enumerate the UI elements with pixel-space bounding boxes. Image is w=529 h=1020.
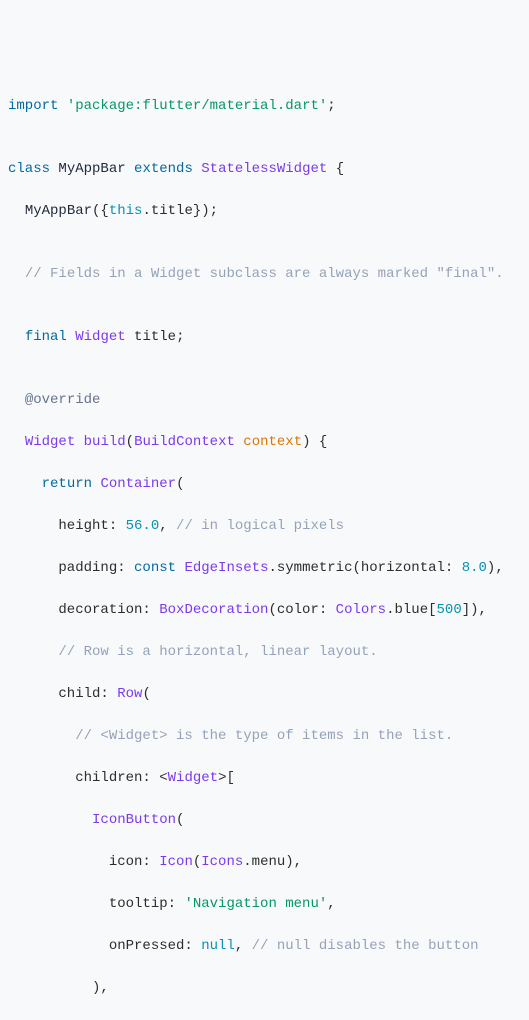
code-block: import 'package:flutter/material.dart'; … (8, 96, 521, 999)
code-line: children: <Widget>[ (8, 768, 521, 789)
code-line: // <Widget> is the type of items in the … (8, 726, 521, 747)
code-line: MyAppBar({this.title}); (8, 201, 521, 222)
code-line: height: 56.0, // in logical pixels (8, 516, 521, 537)
code-line: onPressed: null, // null disables the bu… (8, 936, 521, 957)
code-line: tooltip: 'Navigation menu', (8, 894, 521, 915)
code-line: // Fields in a Widget subclass are alway… (8, 264, 521, 285)
code-line: decoration: BoxDecoration(color: Colors.… (8, 600, 521, 621)
code-line: @override (8, 390, 521, 411)
code-line: // Row is a horizontal, linear layout. (8, 642, 521, 663)
code-line: ), (8, 978, 521, 999)
code-line: Widget build(BuildContext context) { (8, 432, 521, 453)
code-line: icon: Icon(Icons.menu), (8, 852, 521, 873)
code-line: child: Row( (8, 684, 521, 705)
code-line: IconButton( (8, 810, 521, 831)
code-line: class MyAppBar extends StatelessWidget { (8, 159, 521, 180)
code-line: padding: const EdgeInsets.symmetric(hori… (8, 558, 521, 579)
code-line: import 'package:flutter/material.dart'; (8, 96, 521, 117)
code-line: final Widget title; (8, 327, 521, 348)
code-line: return Container( (8, 474, 521, 495)
